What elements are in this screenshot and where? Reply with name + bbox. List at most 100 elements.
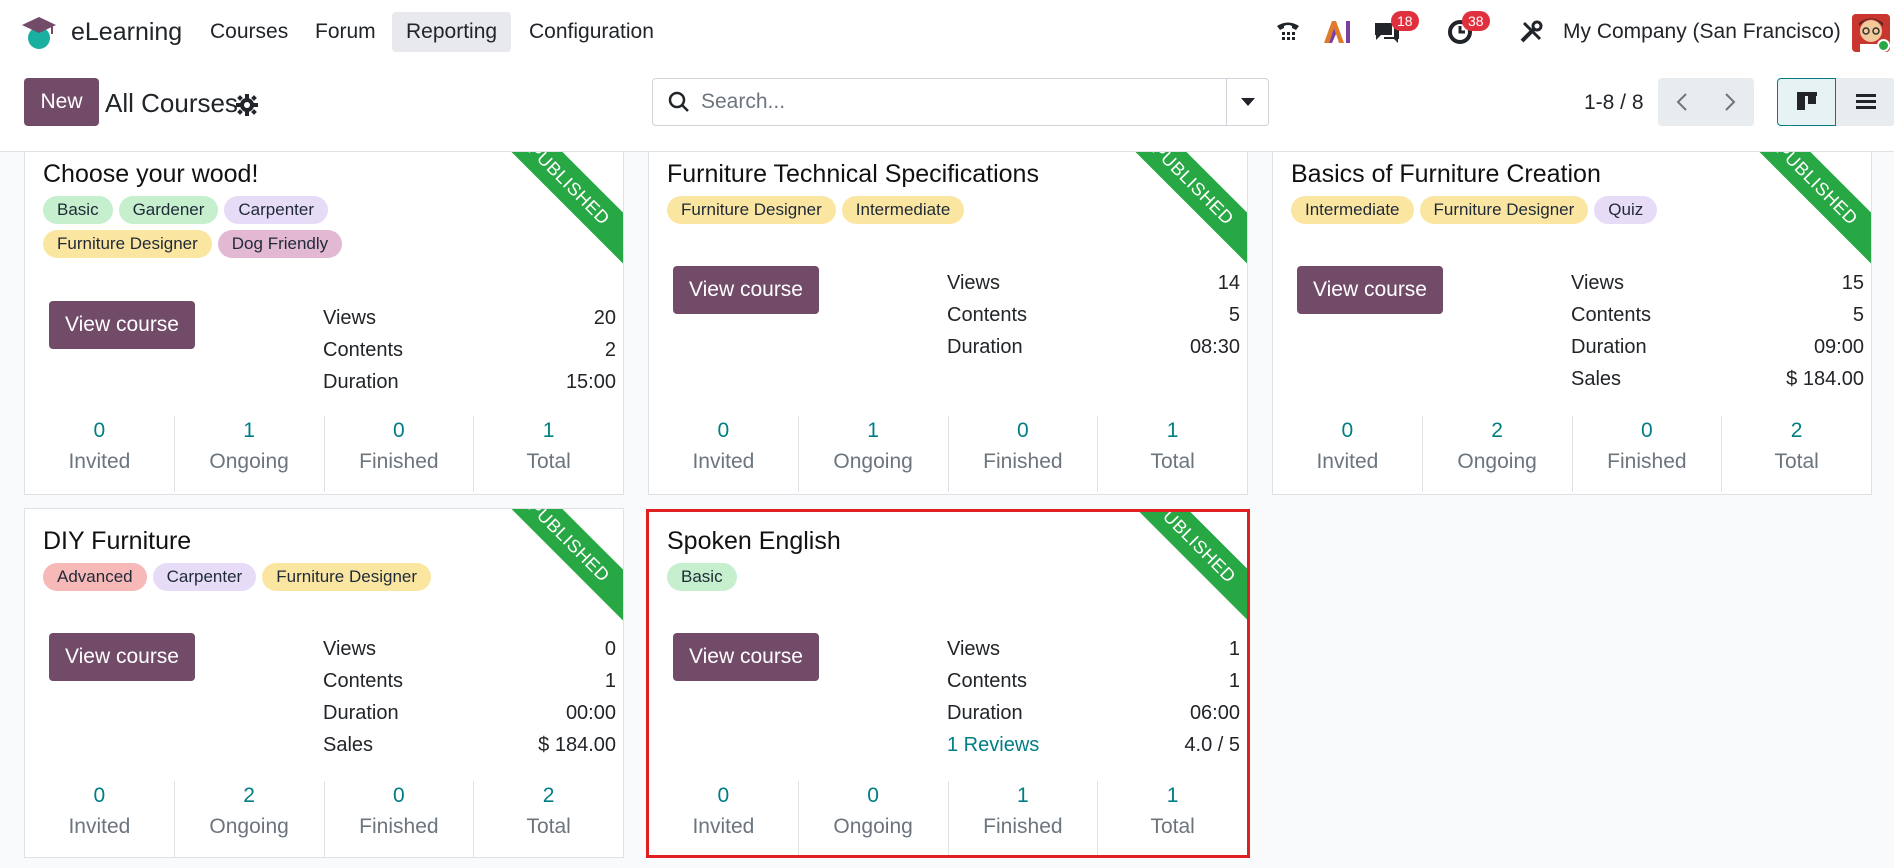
messages-badge: 18	[1391, 11, 1419, 31]
counter-invited[interactable]: 0 Invited	[25, 416, 174, 492]
view-course-button[interactable]: View course	[49, 301, 195, 349]
search-options-toggle[interactable]	[1226, 79, 1268, 125]
attendee-counters: 0 Invited 2 Ongoing 0 Finished 2 Total	[1273, 416, 1871, 492]
view-course-button[interactable]: View course	[49, 633, 195, 681]
counter-finished[interactable]: 1 Finished	[947, 781, 1098, 855]
attendee-counters: 0 Invited 1 Ongoing 0 Finished 1 Total	[649, 416, 1247, 492]
course-card-choose-your-wood[interactable]: Choose your wood! Basic Gardener Carpent…	[24, 151, 624, 495]
stat-views: Views 15	[1571, 272, 1864, 294]
tag: Dog Friendly	[217, 230, 343, 258]
attendee-counters: 0 Invited 1 Ongoing 0 Finished 1 Total	[25, 416, 623, 492]
tag: Basic	[43, 196, 113, 224]
counter-finished[interactable]: 0 Finished	[1571, 416, 1722, 492]
counter-ongoing[interactable]: 1 Ongoing	[173, 416, 324, 492]
course-tags: Advanced Carpenter Furniture Designer	[43, 563, 473, 591]
app-name[interactable]: eLearning	[71, 18, 182, 47]
tag: Gardener	[118, 196, 219, 224]
stat-duration: Duration 15:00	[323, 371, 616, 393]
stat-contents: Contents 1	[947, 670, 1240, 692]
published-ribbon: PUBLISHED	[485, 152, 623, 268]
pager-value[interactable]: 1-8 / 8	[1584, 91, 1644, 115]
tag: Carpenter	[224, 196, 329, 224]
elearning-logo-icon[interactable]	[20, 14, 58, 50]
counter-ongoing[interactable]: 0 Ongoing	[797, 781, 948, 855]
stat-contents: Contents 5	[1571, 304, 1864, 326]
stat-views: Views 0	[323, 638, 616, 660]
chevron-left-icon	[1676, 93, 1687, 111]
course-title[interactable]: Choose your wood!	[43, 160, 258, 189]
tag: Furniture Designer	[262, 563, 432, 591]
tag: Furniture Designer	[667, 196, 836, 224]
view-course-button[interactable]: View course	[673, 266, 819, 314]
user-avatar[interactable]	[1852, 14, 1890, 52]
counter-invited[interactable]: 0 Invited	[1273, 416, 1422, 492]
counter-total[interactable]: 1 Total	[473, 416, 623, 492]
search-icon	[668, 91, 689, 112]
debug-tools-icon[interactable]	[1516, 16, 1546, 48]
counter-invited[interactable]: 0 Invited	[649, 781, 798, 855]
published-ribbon: PUBLISHED	[485, 509, 623, 625]
stat-duration: Duration 00:00	[323, 702, 616, 724]
tag: Furniture Designer	[43, 230, 212, 258]
kanban-icon	[1796, 92, 1817, 110]
view-course-button[interactable]: View course	[673, 633, 819, 681]
course-card-spoken-english[interactable]: Spoken English Basic PUBLISHED View cour…	[646, 509, 1250, 858]
tag: Intermediate	[841, 196, 965, 224]
counter-finished[interactable]: 0 Finished	[323, 416, 474, 492]
course-tags: Intermediate Furniture Designer Quiz	[1291, 196, 1721, 224]
ai-icon[interactable]	[1322, 16, 1352, 48]
counter-ongoing[interactable]: 2 Ongoing	[1421, 416, 1572, 492]
course-title[interactable]: DIY Furniture	[43, 527, 191, 556]
stat-contents: Contents 5	[947, 304, 1240, 326]
published-ribbon: PUBLISHED	[1109, 152, 1247, 268]
company-switcher[interactable]: My Company (San Francisco)	[1563, 20, 1841, 44]
stat-reviews: 1 Reviews 4.0 / 5	[947, 729, 1240, 761]
counter-finished[interactable]: 0 Finished	[947, 416, 1098, 492]
counter-total[interactable]: 1 Total	[1097, 416, 1247, 492]
counter-total[interactable]: 2 Total	[1721, 416, 1871, 492]
pager-previous-button[interactable]	[1658, 78, 1706, 126]
phone-icon[interactable]	[1273, 16, 1303, 48]
stat-sales: Sales $ 184.00	[1571, 368, 1864, 390]
counter-total[interactable]: 2 Total	[473, 781, 623, 857]
course-tags: Basic	[667, 563, 1097, 591]
counter-finished[interactable]: 0 Finished	[323, 781, 474, 857]
course-card-basics-of-furniture-creation[interactable]: Basics of Furniture Creation Intermediat…	[1272, 151, 1872, 495]
menu-forum[interactable]: Forum	[301, 12, 390, 52]
tag: Advanced	[43, 563, 147, 591]
list-view-button[interactable]	[1836, 78, 1894, 126]
menu-courses[interactable]: Courses	[196, 12, 302, 52]
course-card-diy-furniture[interactable]: DIY Furniture Advanced Carpenter Furnitu…	[24, 508, 624, 858]
tag: Carpenter	[152, 563, 257, 591]
activities-badge: 38	[1462, 11, 1490, 31]
online-status-dot	[1877, 39, 1890, 52]
course-card-furniture-technical-specifications[interactable]: Furniture Technical Specifications Furni…	[648, 151, 1248, 495]
counter-ongoing[interactable]: 1 Ongoing	[797, 416, 948, 492]
stat-views: Views 1	[947, 638, 1240, 660]
course-title[interactable]: Basics of Furniture Creation	[1291, 160, 1601, 189]
search-bar	[652, 78, 1269, 126]
menu-configuration[interactable]: Configuration	[515, 12, 668, 52]
pager-next-button[interactable]	[1706, 78, 1754, 126]
course-title[interactable]: Spoken English	[667, 527, 841, 556]
stat-views: Views 20	[323, 307, 616, 329]
search-input[interactable]	[701, 87, 1201, 117]
published-ribbon: PUBLISHED	[1111, 512, 1247, 626]
stat-views: Views 14	[947, 272, 1240, 294]
view-course-button[interactable]: View course	[1297, 266, 1443, 314]
course-stats: Views 15 Contents 5 Duration 09:00 Sales $ 1…	[1571, 267, 1864, 395]
course-stats: Views 1 Contents 1 Duration 06:00 1 Reviews…	[947, 633, 1240, 761]
course-title[interactable]: Furniture Technical Specifications	[667, 160, 1039, 189]
reviews-link[interactable]: 1 Reviews	[947, 729, 1039, 761]
gear-icon[interactable]	[236, 94, 258, 116]
list-icon	[1855, 94, 1876, 109]
counter-total[interactable]: 1 Total	[1097, 781, 1247, 855]
attendee-counters: 0 Invited 0 Ongoing 1 Finished 1 Total	[649, 781, 1247, 855]
stat-contents: Contents 1	[323, 670, 616, 692]
kanban-view-button[interactable]	[1777, 78, 1836, 126]
new-button[interactable]: New	[24, 78, 99, 126]
counter-ongoing[interactable]: 2 Ongoing	[173, 781, 324, 857]
counter-invited[interactable]: 0 Invited	[25, 781, 174, 857]
counter-invited[interactable]: 0 Invited	[649, 416, 798, 492]
menu-reporting[interactable]: Reporting	[392, 12, 512, 52]
